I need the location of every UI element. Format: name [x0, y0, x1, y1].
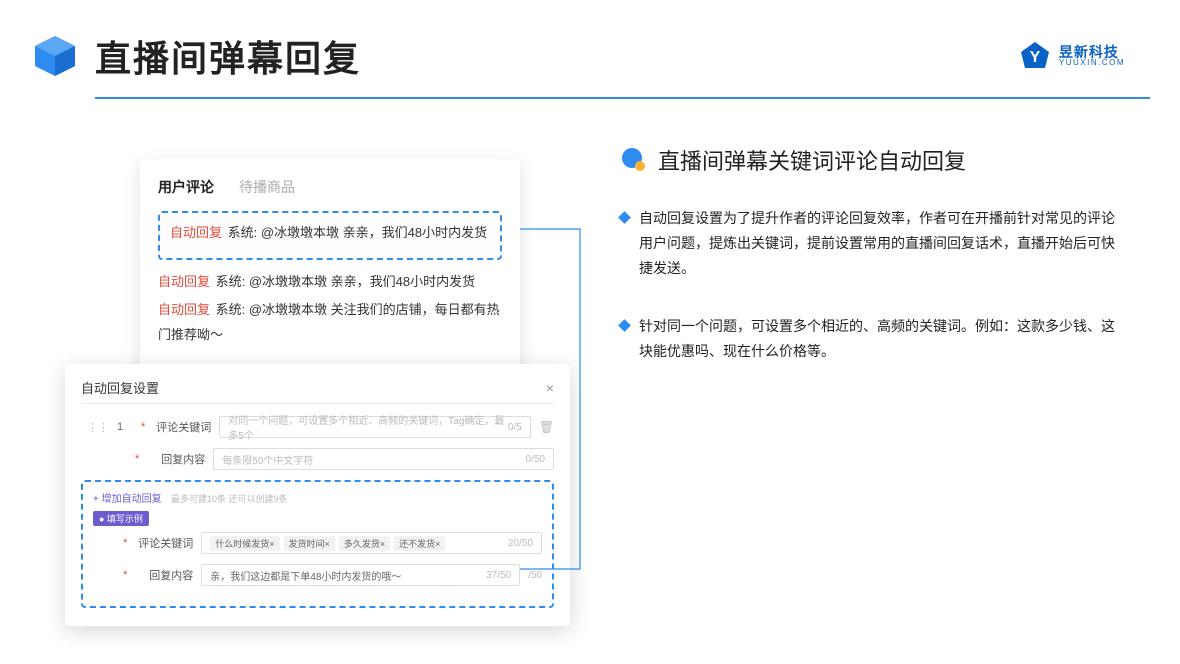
auto-reply-badge: 自动回复	[158, 274, 210, 289]
keyword-label: 评论关键词	[155, 419, 211, 435]
keyword-row: ⋮⋮ 1 * 评论关键词 对同一个问题，可设置多个相近、高频的关键词，Tag确定…	[81, 416, 554, 438]
diamond-icon	[618, 319, 631, 332]
bubble-icon	[620, 146, 648, 174]
auto-reply-badge: 自动回复	[158, 302, 210, 317]
bullet-text: 自动回复设置为了提升作者的评论回复效率，作者可在开播前针对常见的评论用户问题，提…	[639, 206, 1125, 282]
delete-icon[interactable]: 🗑	[539, 420, 554, 434]
page-title: 直播间弹幕回复	[95, 30, 361, 82]
settings-title: 自动回复设置	[81, 378, 159, 397]
settings-divider	[81, 403, 554, 404]
brand-block: Y 昱新科技 YUUXIN.COM	[1019, 40, 1125, 72]
brand-name: 昱新科技	[1059, 45, 1125, 59]
section-title: 直播间弹幕关键词评论自动回复	[658, 144, 966, 176]
highlighted-comment: 自动回复 系统: @冰墩墩本墩 亲亲，我们48小时内发货	[158, 211, 502, 260]
ex-reply-input: 亲，我们这边都是下单48小时内发货的哦～ 37/50	[201, 564, 520, 586]
screenshot-preview: 用户评论 待播商品 自动回复 系统: @冰墩墩本墩 亲亲，我们48小时内发货 自…	[60, 139, 580, 396]
reply-row: * 回复内容 每条限50个中文字符 0/50	[81, 448, 554, 470]
bullet-text: 针对同一个问题，可设置多个相近的、高频的关键词。例如：这款多少钱、这块能优惠吗、…	[639, 314, 1125, 364]
auto-reply-badge: 自动回复	[170, 225, 222, 240]
description-column: 直播间弹幕关键词评论自动回复 自动回复设置为了提升作者的评论回复效率，作者可在开…	[620, 139, 1125, 396]
example-block: + 增加自动回复 最多可建10条 还可以创建9条 ● 填写示例 * 评论关键词 …	[81, 480, 554, 608]
bullet-item: 针对同一个问题，可设置多个相近的、高频的关键词。例如：这款多少钱、这块能优惠吗、…	[620, 314, 1125, 364]
ex-reply-label: 回复内容	[137, 567, 193, 583]
settings-card: 自动回复设置 × ⋮⋮ 1 * 评论关键词 对同一个问题，可设置多个相近、高频的…	[65, 364, 570, 626]
comment-tabs: 用户评论 待播商品	[158, 177, 502, 197]
tab-user-comments[interactable]: 用户评论	[158, 177, 214, 197]
ex-keyword-label: 评论关键词	[137, 535, 193, 551]
add-autoreply-link[interactable]: + 增加自动回复	[93, 490, 162, 505]
row-number: 1	[117, 421, 133, 433]
example-tag: ● 填写示例	[93, 511, 149, 526]
keyword-input[interactable]: 对同一个问题，可设置多个相近、高频的关键词，Tag确定，最多5个 0/5	[219, 416, 530, 438]
reply-label: 回复内容	[149, 451, 205, 467]
svg-text:Y: Y	[1030, 49, 1041, 66]
brand-url: YUUXIN.COM	[1059, 59, 1125, 67]
ex-tags: 什么时候发货×发货时间×多久发货×还不发货×	[210, 536, 449, 551]
diamond-icon	[618, 211, 631, 224]
reply-input[interactable]: 每条限50个中文字符 0/50	[213, 448, 554, 470]
bullet-item: 自动回复设置为了提升作者的评论回复效率，作者可在开播前针对常见的评论用户问题，提…	[620, 206, 1125, 282]
comment-text: 系统: @冰墩墩本墩 亲亲，我们48小时内发货	[216, 274, 476, 289]
page-header: 直播间弹幕回复 Y 昱新科技 YUUXIN.COM	[0, 0, 1180, 82]
cube-icon	[30, 31, 80, 81]
brand-icon: Y	[1019, 40, 1051, 72]
add-hint: 最多可建10条 还可以创建9条	[171, 494, 288, 504]
comment-text: 系统: @冰墩墩本墩 亲亲，我们48小时内发货	[228, 225, 488, 240]
ex-keyword-input: 什么时候发货×发货时间×多久发货×还不发货× 20/50	[201, 532, 542, 554]
tab-pending-goods[interactable]: 待播商品	[239, 177, 295, 197]
close-icon[interactable]: ×	[546, 380, 554, 396]
